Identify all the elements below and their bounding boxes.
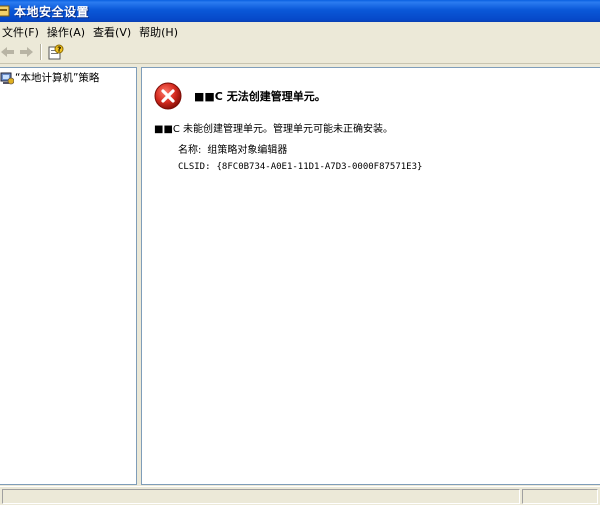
name-value: 组策略对象编辑器 xyxy=(207,145,288,156)
error-title: ■■C 无法创建管理单元。 xyxy=(194,90,326,103)
error-message: ■■C 未能创建管理单元。管理单元可能未正确安装。 xyxy=(154,124,394,135)
name-label: 名称: xyxy=(178,145,202,156)
status-bar xyxy=(0,486,600,505)
menu-file[interactable]: 文件(F) xyxy=(0,24,45,40)
clsid-label: CLSID: xyxy=(178,162,211,172)
menu-bar: 文件(F) 操作(A) 查看(V) 帮助(H) xyxy=(0,22,600,41)
help-properties-icon[interactable]: ? xyxy=(48,44,64,60)
window-title: 本地安全设置 xyxy=(14,4,90,19)
tree-item-local-computer-policy[interactable]: “本地计算机”策略 xyxy=(0,70,99,85)
status-panel-main xyxy=(2,489,520,504)
tree-pane[interactable]: “本地计算机”策略 xyxy=(0,67,137,485)
menu-view[interactable]: 查看(V) xyxy=(91,24,137,40)
forward-arrow-icon[interactable] xyxy=(18,44,34,60)
clsid-row: CLSID: {8FC0B734-A0E1-11D1-A7D3-0000F8757… xyxy=(178,162,422,172)
tree-item-label: “本地计算机”策略 xyxy=(15,72,100,84)
svg-text:?: ? xyxy=(57,46,61,54)
error-header: ■■C 无法创建管理单元。 xyxy=(154,82,326,110)
menu-help[interactable]: 帮助(H) xyxy=(137,24,184,40)
policy-computer-icon xyxy=(0,71,15,85)
toolbar-separator xyxy=(40,44,42,60)
clsid-value: {8FC0B734-A0E1-11D1-A7D3-0000F87571E3} xyxy=(216,162,423,172)
toolbar: ? xyxy=(0,41,600,64)
menu-action[interactable]: 操作(A) xyxy=(45,24,91,40)
status-panel-secondary xyxy=(522,489,598,504)
title-bar[interactable]: 本地安全设置 xyxy=(0,0,600,22)
app-icon[interactable] xyxy=(0,4,10,18)
content-pane: ■■C 无法创建管理单元。 ■■C 未能创建管理单元。管理单元可能未正确安装。 … xyxy=(141,67,600,485)
error-icon xyxy=(154,82,182,110)
back-arrow-icon[interactable] xyxy=(0,44,16,60)
snapin-name-row: 名称: 组策略对象编辑器 xyxy=(178,141,287,156)
